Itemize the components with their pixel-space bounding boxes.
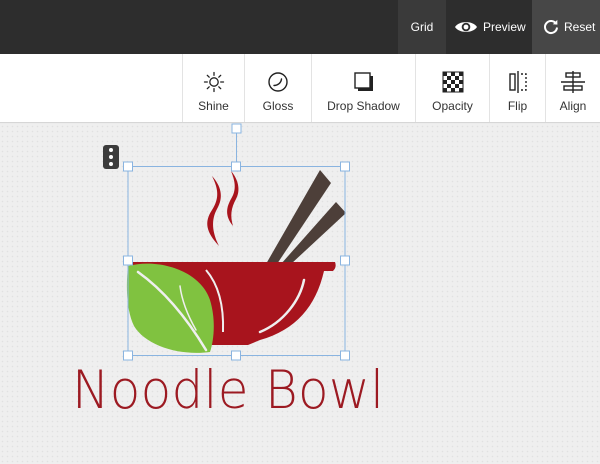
resize-handle-e — [340, 255, 350, 266]
brand-name-text[interactable]: Noodle Bowl — [72, 359, 402, 422]
dot-icon — [109, 162, 113, 166]
more-options-button[interactable] — [103, 145, 119, 169]
resize-handle-n — [231, 161, 241, 172]
resize-handle-ne — [340, 161, 350, 172]
rotate-handle — [231, 123, 242, 134]
resize-handle-w — [123, 255, 133, 266]
dot-icon — [109, 148, 113, 152]
steam-icon — [207, 176, 221, 246]
resize-handle-nw — [123, 161, 133, 172]
steam-icon — [227, 171, 239, 226]
dot-icon — [109, 155, 113, 159]
